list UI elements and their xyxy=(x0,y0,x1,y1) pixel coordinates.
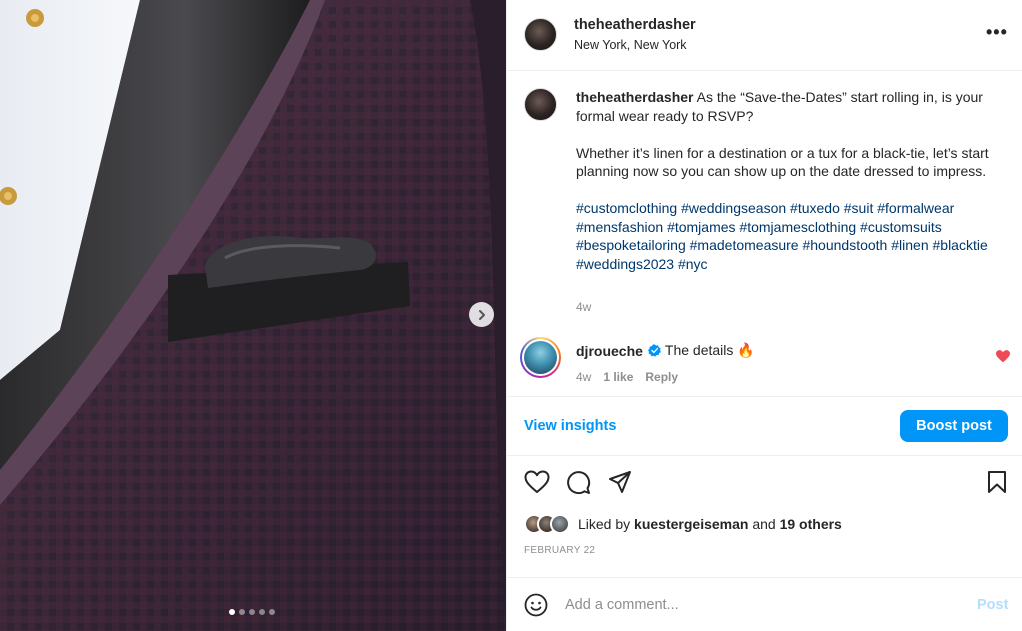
comment-timestamp: 4w xyxy=(576,370,592,384)
bookmark-icon[interactable] xyxy=(987,470,1007,494)
hashtag-link[interactable]: #linen xyxy=(891,237,928,253)
verified-badge-icon xyxy=(647,344,661,357)
comment-likes[interactable]: 1 like xyxy=(603,370,633,384)
caption-text: theheatherdasher As the “Save-the-Dates”… xyxy=(576,88,996,273)
comment-text: The details 🔥 xyxy=(664,342,755,358)
author-avatar[interactable] xyxy=(524,18,557,51)
liked-by-others[interactable]: 19 others xyxy=(780,516,842,532)
post-actions xyxy=(507,466,1022,500)
carousel-indicator xyxy=(229,609,275,615)
post-date: FEBRUARY 22 xyxy=(524,545,596,556)
hashtag-link[interactable]: #blacktie xyxy=(933,237,988,253)
more-options-icon[interactable]: ••• xyxy=(986,22,1008,43)
chevron-right-icon xyxy=(478,309,485,320)
heart-icon[interactable] xyxy=(524,470,550,494)
post-caption: theheatherdasher As the “Save-the-Dates”… xyxy=(507,71,1022,325)
post-photo[interactable] xyxy=(0,0,506,631)
commenter-username[interactable]: djroueche xyxy=(576,343,643,359)
caption-avatar[interactable] xyxy=(524,88,557,121)
liked-by-line: Liked by kuestergeiseman and 19 others xyxy=(524,513,842,535)
carousel-dot xyxy=(269,609,275,615)
hashtag-link[interactable]: #tuxedo xyxy=(790,200,840,216)
liked-by-prefix: Liked by xyxy=(578,516,631,532)
carousel-dot xyxy=(259,609,265,615)
caption-hashtags: #customclothing #weddingseason #tuxedo #… xyxy=(576,199,996,273)
post-location[interactable]: New York, New York xyxy=(574,38,687,52)
emoji-icon[interactable] xyxy=(524,593,548,617)
commenter-avatar xyxy=(524,341,557,374)
liker-avatars[interactable] xyxy=(524,514,570,534)
comment-like-heart-icon[interactable] xyxy=(996,350,1010,363)
hashtag-link[interactable]: #mensfashion xyxy=(576,219,663,235)
hashtag-link[interactable]: #tomjamesclothing xyxy=(739,219,856,235)
hashtag-link[interactable]: #madetomeasure xyxy=(690,237,799,253)
liked-by-joiner: and xyxy=(752,516,776,532)
carousel-dot xyxy=(229,609,235,615)
insights-bar: View insights Boost post xyxy=(507,396,1022,456)
caption-timestamp: 4w xyxy=(576,300,592,314)
hashtag-link[interactable]: #bespoketailoring xyxy=(576,237,686,253)
caption-line-2: Whether it’s linen for a destination or … xyxy=(576,144,989,180)
author-username[interactable]: theheatherdasher xyxy=(574,17,696,33)
comment-meta: 4w 1 like Reply xyxy=(576,370,678,384)
comment-item: djroueche The details 🔥 4w 1 like Reply xyxy=(507,330,1022,394)
hashtag-link[interactable]: #weddings2023 xyxy=(576,256,674,272)
comment-reply-button[interactable]: Reply xyxy=(645,370,678,384)
carousel-dot xyxy=(239,609,245,615)
comment-line: djroueche The details 🔥 xyxy=(576,342,755,359)
hashtag-link[interactable]: #customclothing xyxy=(576,200,677,216)
caption-username[interactable]: theheatherdasher xyxy=(576,89,693,105)
hashtag-link[interactable]: #formalwear xyxy=(877,200,954,216)
photo-suit-jacket xyxy=(0,0,506,631)
hashtag-link[interactable]: #nyc xyxy=(678,256,708,272)
commenter-story-ring[interactable] xyxy=(520,337,561,378)
add-comment-bar: Post xyxy=(507,577,1022,631)
liked-by-user[interactable]: kuestergeiseman xyxy=(634,516,748,532)
hashtag-link[interactable]: #weddingseason xyxy=(681,200,786,216)
hashtag-link[interactable]: #customsuits xyxy=(860,219,942,235)
comment-icon[interactable] xyxy=(566,470,591,495)
post-header: theheatherdasher New York, New York ••• xyxy=(507,0,1022,71)
hashtag-link[interactable]: #suit xyxy=(844,200,874,216)
add-comment-input[interactable] xyxy=(565,592,955,618)
view-insights-link[interactable]: View insights xyxy=(524,418,616,434)
carousel-next-button[interactable] xyxy=(469,302,494,327)
boost-post-button[interactable]: Boost post xyxy=(900,410,1008,442)
post-side-panel: theheatherdasher New York, New York ••• … xyxy=(506,0,1022,631)
hashtag-link[interactable]: #tomjames xyxy=(667,219,735,235)
hashtag-link[interactable]: #houndstooth xyxy=(802,237,887,253)
post-comment-button[interactable]: Post xyxy=(977,597,1008,613)
carousel-dot xyxy=(249,609,255,615)
share-icon[interactable] xyxy=(608,470,632,494)
